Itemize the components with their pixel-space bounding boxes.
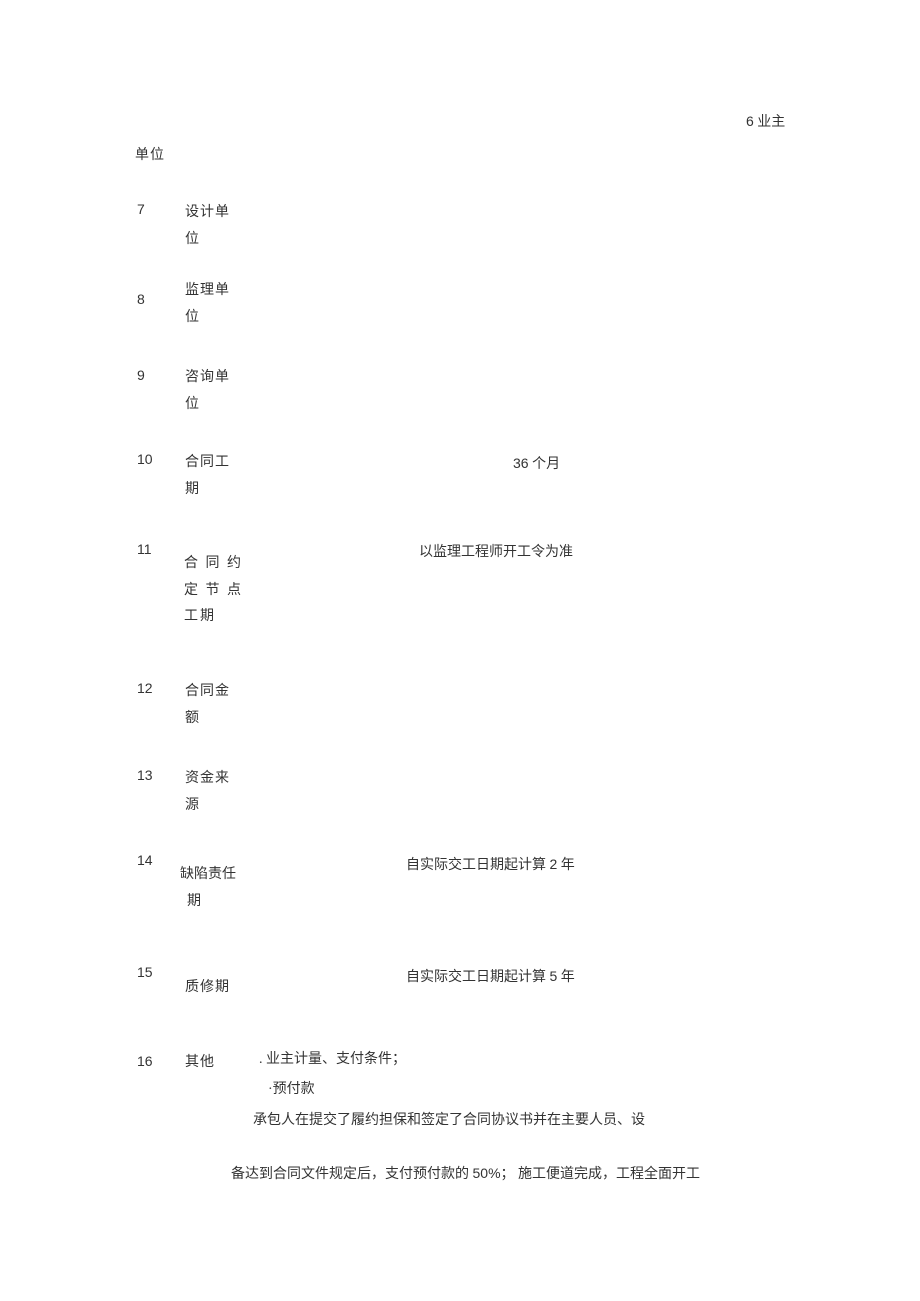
- row-label-8: 监理单 位: [185, 278, 230, 331]
- other-line-4-num: 50%: [473, 1165, 501, 1181]
- row-value-10: 36 个月: [513, 450, 560, 479]
- row-num-10: 10: [137, 451, 153, 467]
- row-num-14: 14: [137, 852, 153, 868]
- row-num-9: 9: [137, 367, 145, 383]
- row-value-10-num: 36: [513, 455, 529, 471]
- row-value-15-pre: 自实际交工日期起计算: [406, 970, 550, 985]
- row-label-11: 合 同 约 定 节 点 工期: [184, 551, 243, 631]
- header-text: 业主: [754, 115, 786, 130]
- row-value-11: 以监理工程师开工令为准: [419, 540, 573, 567]
- row-label-13: 资金来 源: [185, 766, 230, 819]
- other-line-2: ·预付款: [268, 1077, 315, 1104]
- row-label-14: 缺陷责任 期: [180, 862, 236, 915]
- other-line-3: 承包人在提交了履约担保和签定了合同协议书并在主要人员、设: [253, 1108, 645, 1135]
- row-label-16: 其他: [185, 1050, 215, 1077]
- header-unit: 单位: [135, 143, 165, 170]
- row-label-12: 合同金 额: [185, 679, 230, 732]
- row-num-8: 8: [137, 291, 145, 307]
- row-num-12: 12: [137, 680, 153, 696]
- row-value-15-post: 年: [557, 970, 575, 985]
- other-line-4a: 备达到合同文件规定后，支付预付款的: [231, 1167, 473, 1182]
- document-page: 6 业主 单位 7 设计单 位 8 监理单 位 9 咨询单 位 10 合同工 期…: [0, 0, 920, 1301]
- row-label-7: 设计单 位: [185, 200, 230, 253]
- header-num: 6: [746, 113, 754, 129]
- row-label-9: 咨询单 位: [185, 365, 230, 418]
- row-num-11: 11: [137, 541, 152, 557]
- row-num-7: 7: [137, 201, 145, 217]
- row-num-13: 13: [137, 767, 153, 783]
- other-line-4b: ； 施工便道完成，工程全面开工: [501, 1167, 701, 1182]
- row-num-16: 16: [137, 1053, 153, 1069]
- row-value-14-pre: 自实际交工日期起计算: [406, 858, 550, 873]
- row-num-15: 15: [137, 964, 153, 980]
- row-value-15: 自实际交工日期起计算 5 年: [406, 963, 575, 992]
- other-line-4: 备达到合同文件规定后，支付预付款的 50%； 施工便道完成，工程全面开工: [231, 1160, 700, 1189]
- row-label-10: 合同工 期: [185, 450, 230, 503]
- row-value-14: 自实际交工日期起计算 2 年: [406, 851, 575, 880]
- header-right: 6 业主: [746, 111, 785, 131]
- row-value-10-post: 个月: [529, 457, 561, 472]
- row-label-15: 质修期: [185, 975, 230, 1002]
- other-line-1: . 业主计量、支付条件；: [259, 1047, 406, 1074]
- row-value-14-post: 年: [557, 858, 575, 873]
